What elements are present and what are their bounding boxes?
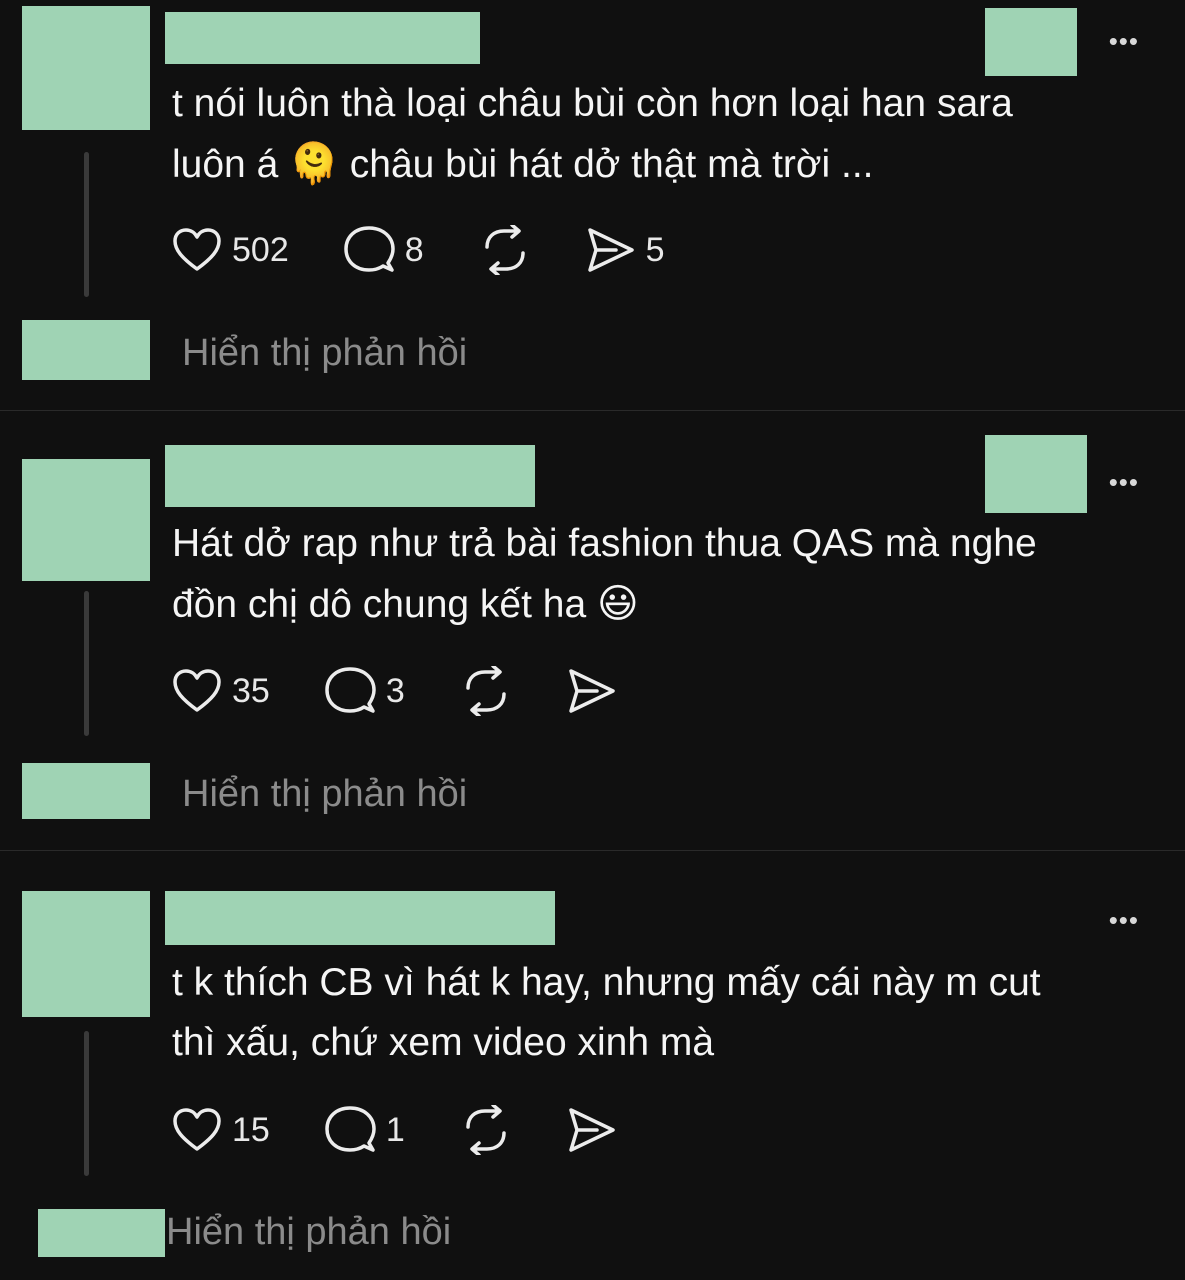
replier-avatars [38, 1209, 165, 1257]
comment-text-line2: luôn á [172, 143, 279, 186]
send-icon [569, 669, 615, 713]
repost-button[interactable] [478, 225, 532, 275]
show-replies-link[interactable]: Hiển thị phản hồi [182, 332, 467, 375]
send-icon [587, 228, 634, 272]
comment-text: t nói luôn thà loại châu bùi còn hơn loạ… [172, 74, 1147, 195]
reply-button[interactable]: 1 [324, 1105, 405, 1155]
smiling-face-emoji: 😃 [597, 581, 639, 627]
repost-button[interactable] [459, 666, 513, 716]
comment-3: ••• t k thích CB vì hát k hay, nhưng mấy… [0, 851, 1185, 1280]
comment-text-line2-end: châu bùi hát dở thật mà trời ... [349, 143, 874, 186]
share-button[interactable] [567, 667, 617, 715]
reply-button[interactable]: 3 [324, 666, 405, 716]
repost-icon [466, 666, 506, 716]
like-button[interactable]: 502 [172, 227, 289, 273]
like-count: 35 [232, 671, 270, 710]
comment-text-line1: t k thích CB vì hát k hay, nhưng mấy cái… [172, 961, 1041, 1004]
repost-icon [484, 225, 525, 275]
heart-icon [173, 1108, 221, 1151]
repost-button[interactable] [459, 1105, 513, 1155]
like-count: 502 [232, 230, 289, 269]
timestamp [985, 8, 1077, 76]
send-icon [569, 1108, 615, 1152]
heart-icon [173, 228, 221, 271]
repost-icon [466, 1105, 506, 1155]
comment-bubble-icon [325, 1106, 376, 1152]
melting-face-emoji: 🫠 [289, 141, 339, 187]
action-bar: 35 3 [172, 666, 671, 716]
comment-2: ••• Hát dở rap như trả bài fashion thua … [0, 411, 1185, 851]
thread-line [84, 1031, 89, 1176]
heart-icon [173, 669, 221, 712]
avatar[interactable] [22, 459, 150, 581]
reply-count: 1 [385, 1110, 405, 1149]
thread-line [84, 591, 89, 736]
share-button[interactable] [567, 1106, 617, 1154]
like-button[interactable]: 15 [172, 1107, 270, 1153]
username[interactable] [165, 445, 535, 507]
show-replies-link[interactable]: Hiển thị phản hồi [182, 773, 467, 816]
avatar[interactable] [22, 891, 150, 1017]
like-button[interactable]: 35 [172, 668, 270, 714]
reply-button[interactable]: 8 [343, 225, 424, 275]
more-options-button[interactable]: ••• [1109, 28, 1139, 54]
action-bar: 502 8 5 [172, 225, 719, 275]
avatar[interactable] [22, 6, 150, 130]
username[interactable] [165, 12, 480, 64]
more-options-button[interactable]: ••• [1109, 469, 1139, 495]
replier-avatars [22, 763, 150, 819]
share-button[interactable]: 5 [586, 226, 665, 274]
comment-text: Hát dở rap như trả bài fashion thua QAS … [172, 514, 1147, 635]
more-options-button[interactable]: ••• [1109, 907, 1139, 933]
show-replies-link[interactable]: Hiển thị phản hồi [166, 1211, 451, 1254]
username[interactable] [165, 891, 555, 945]
thread-line [84, 152, 89, 297]
action-bar: 15 1 [172, 1105, 671, 1155]
comment-text-line1: t nói luôn thà loại châu bùi còn hơn loạ… [172, 82, 1013, 125]
timestamp [985, 435, 1087, 513]
comment-text-line2: đồn chị dô chung kết ha [172, 583, 587, 626]
comment-1: ••• t nói luôn thà loại châu bùi còn hơn… [0, 0, 1185, 410]
reply-count: 3 [385, 671, 405, 710]
replier-avatars [22, 320, 150, 380]
share-count: 5 [645, 230, 665, 269]
comment-text: t k thích CB vì hát k hay, nhưng mấy cái… [172, 953, 1147, 1073]
comment-text-line2: thì xấu, chứ xem video xinh mà [172, 1021, 715, 1064]
like-count: 15 [232, 1110, 270, 1149]
comment-bubble-icon [343, 226, 395, 272]
comment-bubble-icon [325, 667, 376, 713]
reply-count: 8 [404, 230, 424, 269]
comment-text-line1: Hát dở rap như trả bài fashion thua QAS … [172, 522, 1037, 565]
